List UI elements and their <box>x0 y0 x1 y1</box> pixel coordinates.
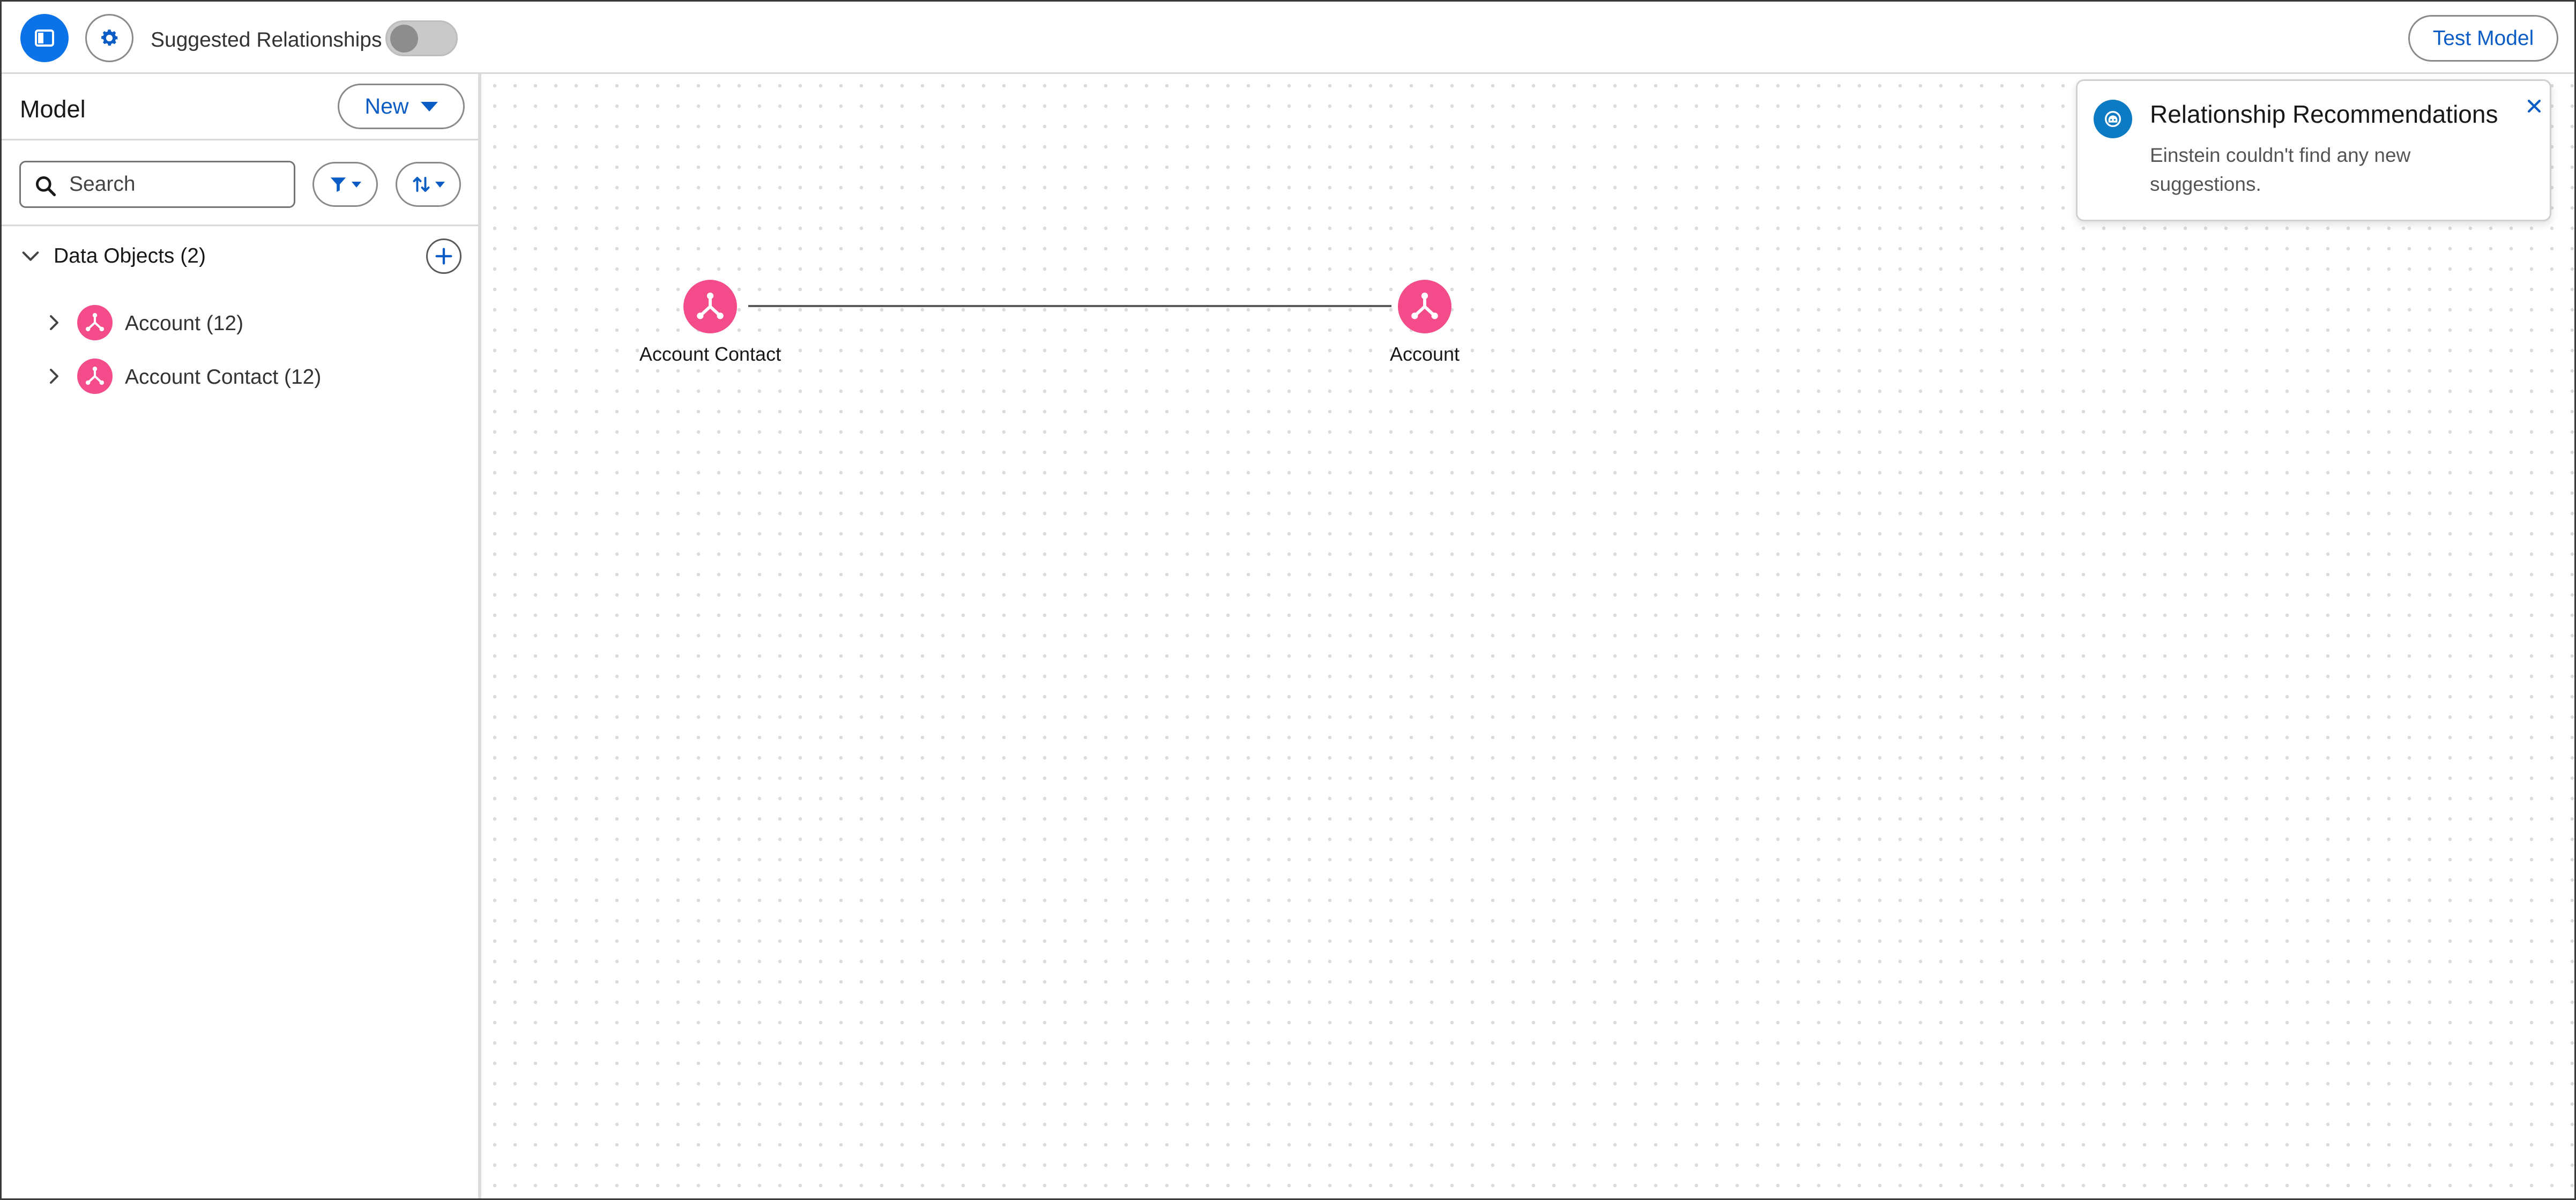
chevron-down-icon <box>352 181 361 188</box>
toast-title: Relationship Recommendations <box>2150 100 2498 128</box>
node-account[interactable]: Account <box>1344 280 1505 387</box>
new-button[interactable]: New <box>338 84 465 129</box>
search-input[interactable] <box>69 168 284 201</box>
data-object-icon <box>77 359 113 394</box>
model-sidebar: Model New Search Data Objects (2) Accoun… <box>2 74 481 1198</box>
close-button[interactable] <box>2522 94 2546 118</box>
relationship-recommendations-toast: Relationship Recommendations Einstein co… <box>2076 79 2551 221</box>
gear-icon <box>101 29 118 46</box>
sidebar-title: Model <box>20 95 86 123</box>
einstein-icon <box>2094 100 2132 138</box>
filter-button[interactable] <box>312 162 378 207</box>
chevron-down-icon <box>420 101 438 111</box>
model-canvas[interactable]: Account Contact Account <box>485 76 2574 1198</box>
sort-button[interactable] <box>396 162 461 207</box>
node-label: Account <box>1389 343 1460 365</box>
data-object-icon <box>77 305 113 340</box>
close-icon <box>2527 99 2541 113</box>
node-label: Account Contact <box>639 343 781 365</box>
node-account-contact[interactable]: Account Contact <box>630 280 791 387</box>
toggle-knob <box>390 25 418 53</box>
new-button-label: New <box>364 94 409 118</box>
tree-item-account[interactable]: Account (12) <box>2 298 478 346</box>
test-model-button[interactable]: Test Model <box>2408 15 2558 62</box>
search-box <box>19 161 295 208</box>
data-object-icon[interactable] <box>1398 280 1451 333</box>
suggested-relationships-label: Suggested Relationships <box>151 28 382 51</box>
toggle-sidebar-button[interactable] <box>20 14 69 62</box>
suggested-relationships-toggle[interactable] <box>385 20 458 56</box>
chevron-down-icon <box>435 181 445 188</box>
toast-message: Einstein couldn't find any new suggestio… <box>2150 144 2411 195</box>
tree-item-label: Account Contact (12) <box>125 366 322 389</box>
panel-toggle-icon <box>35 29 54 47</box>
chevron-down-icon[interactable] <box>20 245 41 267</box>
tree-item-label: Account (12) <box>125 312 244 335</box>
top-toolbar: Suggested Relationships Test Model <box>2 2 2574 74</box>
chevron-right-icon[interactable] <box>44 366 64 387</box>
settings-button[interactable] <box>85 14 133 62</box>
chevron-right-icon[interactable] <box>44 312 64 333</box>
relationship-edge[interactable] <box>748 305 1391 307</box>
filter-icon <box>330 177 346 192</box>
search-row <box>2 140 478 226</box>
data-object-icon[interactable] <box>683 280 737 333</box>
plus-icon <box>435 248 452 265</box>
sort-icon <box>413 177 430 192</box>
tree-item-account-contact[interactable]: Account Contact (12) <box>2 352 478 400</box>
search-icon <box>36 176 56 197</box>
sidebar-header: Model New <box>2 74 478 140</box>
app-window: Suggested Relationships Test Model Model… <box>0 0 2576 1200</box>
data-objects-label: Data Objects (2) <box>54 244 206 267</box>
data-objects-section[interactable]: Data Objects (2) <box>2 235 478 278</box>
add-data-object-button[interactable] <box>426 238 461 274</box>
